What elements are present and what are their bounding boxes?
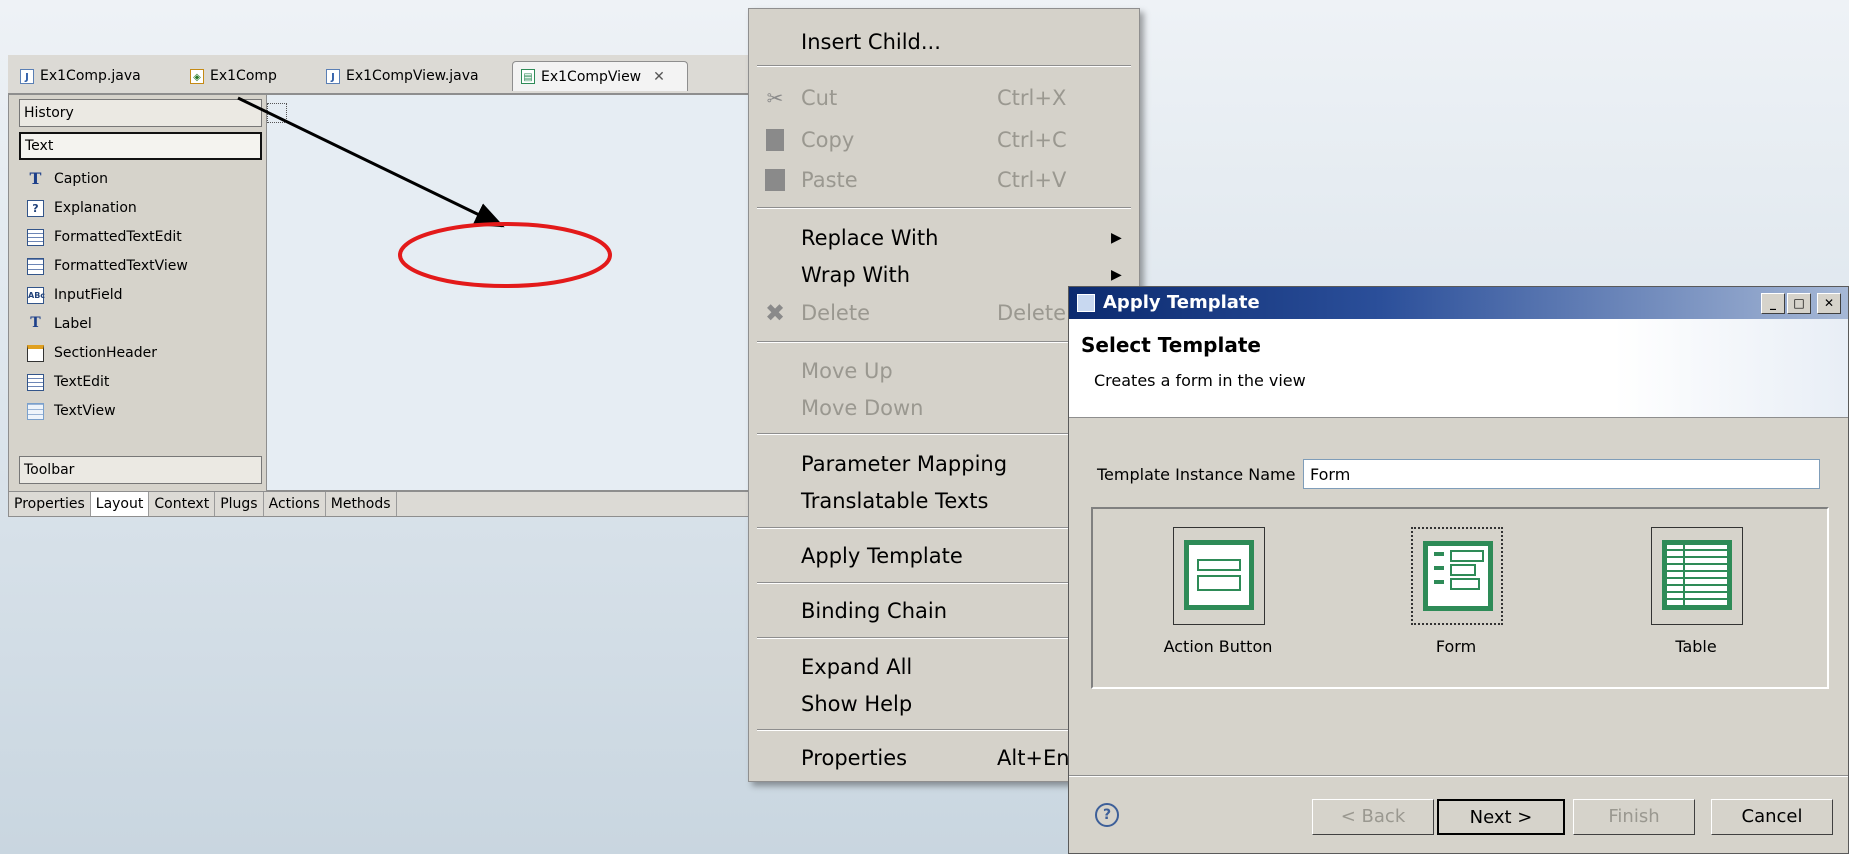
finish-button[interactable]: Finish [1573,799,1695,835]
cancel-button[interactable]: Cancel [1711,799,1833,835]
template-frame [1411,527,1503,625]
text-edit-icon [27,373,44,391]
text-view-icon [27,402,44,420]
palette-drawer-toolbar[interactable]: Toolbar [19,456,262,484]
dialog-footer-separator [1069,775,1848,777]
tab-properties[interactable]: Properties [9,492,91,516]
template-instance-name-label: Template Instance Name [1097,465,1296,484]
palette-item-textedit[interactable]: TextEdit [27,370,109,394]
template-window-icon [1077,294,1095,312]
template-label: Form [1435,637,1477,656]
form-template-icon [1423,541,1493,611]
next-button[interactable]: Next > [1437,799,1565,835]
menu-separator [757,65,1131,67]
page-description: Creates a form in the view [1094,371,1306,390]
delete-icon: ✖ [764,299,786,327]
template-label: Table [1675,637,1717,656]
maximize-button[interactable]: □ [1787,293,1811,314]
menu-item-cut[interactable]: ✂ Cut Ctrl+X [749,81,1139,115]
apply-template-dialog: Apply Template _ □ ✕ Select Template Cre… [1068,286,1849,854]
paste-icon [765,169,785,191]
action-button-template-icon [1184,540,1254,610]
palette-item-sectionheader[interactable]: SectionHeader [27,341,157,365]
section-header-icon [27,344,44,362]
menu-separator [757,207,1131,209]
close-button[interactable]: ✕ [1817,293,1841,314]
table-template-icon [1662,540,1732,610]
tab-methods[interactable]: Methods [326,492,397,516]
dialog-title: Apply Template [1103,292,1260,313]
page-title: Select Template [1081,333,1261,357]
tab-context[interactable]: Context [149,492,216,516]
template-action-button[interactable]: Action Button [1153,527,1283,667]
tab-actions[interactable]: Actions [264,492,326,516]
template-table[interactable]: Table [1631,527,1761,667]
menu-item-copy[interactable]: Copy Ctrl+C [749,123,1139,157]
menu-item-insert-child[interactable]: Insert Child... [749,25,1139,59]
tab-plugs[interactable]: Plugs [215,492,264,516]
back-button[interactable]: < Back [1312,799,1434,835]
tab-layout[interactable]: Layout [90,492,150,516]
editor-bottom-tabs: Properties Layout Context Plugs Actions … [8,491,760,517]
copy-icon [766,129,784,151]
palette-item-textview[interactable]: TextView [27,399,116,423]
template-frame [1651,527,1743,625]
template-list: Action Button Form Table [1091,507,1829,689]
template-form[interactable]: Form [1391,527,1521,667]
dialog-header: Select Template Creates a form in the vi… [1069,319,1848,418]
annotation-arrow [237,96,505,228]
menu-item-paste[interactable]: Paste Ctrl+V [749,163,1139,197]
template-frame [1173,527,1265,625]
template-instance-name-input[interactable] [1303,459,1820,489]
dialog-title-bar: Apply Template _ □ ✕ [1069,287,1848,319]
menu-item-replace-with[interactable]: Replace With ▶ [749,221,1139,255]
minimize-button[interactable]: _ [1761,293,1785,314]
help-icon[interactable]: ? [1095,803,1119,827]
scissors-icon: ✂ [766,86,784,110]
annotation-overlay [237,96,612,288]
annotation-ellipse [398,222,612,288]
template-label: Action Button [1163,637,1273,656]
submenu-arrow-icon: ▶ [1111,230,1122,246]
